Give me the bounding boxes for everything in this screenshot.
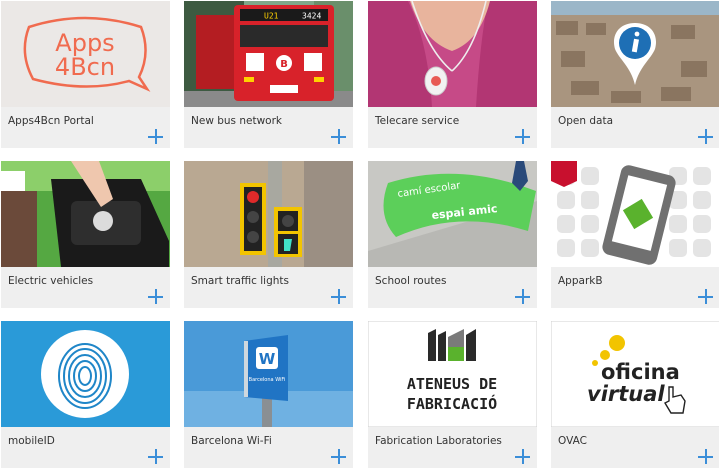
add-plus-icon[interactable] bbox=[331, 449, 346, 464]
tile-telecare-service[interactable]: Telecare service bbox=[368, 1, 537, 148]
tile-label: New bus network bbox=[191, 115, 283, 127]
tile-new-bus-network[interactable]: U21 3424 B New bus network bbox=[184, 1, 353, 148]
phone-parking-icon bbox=[551, 161, 719, 267]
oficina-line1: oficina bbox=[601, 360, 680, 384]
bus-photo: U21 3424 B bbox=[184, 1, 353, 107]
add-plus-icon[interactable] bbox=[148, 449, 163, 464]
school-route-photo: camí escolar espai amic bbox=[368, 161, 537, 267]
svg-text:B: B bbox=[280, 59, 288, 70]
telecare-pendant-photo bbox=[368, 1, 537, 107]
services-grid: Apps 4Bcn Apps4Bcn Portal U21 3424 B New… bbox=[0, 0, 719, 468]
tile-label: Telecare service bbox=[375, 115, 460, 127]
bus-route-display: U21 bbox=[264, 12, 279, 21]
svg-text:W: W bbox=[259, 350, 276, 368]
tile-label: Smart traffic lights bbox=[191, 275, 289, 287]
add-plus-icon[interactable] bbox=[698, 129, 713, 144]
tile-smart-traffic-lights[interactable]: Smart traffic lights bbox=[184, 161, 353, 308]
oficina-virtual-logo: oficina virtual bbox=[551, 321, 719, 427]
add-plus-icon[interactable] bbox=[698, 289, 713, 304]
apps4bcn-logo: Apps 4Bcn bbox=[1, 1, 170, 107]
tile-ovac[interactable]: oficina virtual OVAC bbox=[551, 321, 719, 468]
tile-open-data[interactable]: Open data bbox=[551, 1, 719, 148]
ev-charging-photo bbox=[1, 161, 170, 267]
tile-label: Apps4Bcn Portal bbox=[8, 115, 94, 127]
tile-barcelona-wifi[interactable]: W Barcelona WiFi Barcelona Wi-Fi bbox=[184, 321, 353, 468]
tile-label: Barcelona Wi-Fi bbox=[191, 435, 272, 447]
info-pin-icon bbox=[551, 1, 719, 107]
tile-label: Open data bbox=[558, 115, 614, 127]
tile-apps4bcn-portal[interactable]: Apps 4Bcn Apps4Bcn Portal bbox=[1, 1, 170, 148]
wifi-sign-photo: W Barcelona WiFi bbox=[184, 321, 353, 427]
apps4bcn-line2: 4Bcn bbox=[55, 53, 115, 81]
add-plus-icon[interactable] bbox=[515, 129, 530, 144]
tile-label: Fabrication Laboratories bbox=[375, 435, 502, 447]
wifi-sign-text: Barcelona WiFi bbox=[249, 377, 286, 383]
ateneus-logo: ATENEUS DE FABRICACIÓ bbox=[368, 321, 537, 427]
tile-mobileid[interactable]: mobileID bbox=[1, 321, 170, 468]
bus-number-display: 3424 bbox=[302, 12, 321, 21]
add-plus-icon[interactable] bbox=[148, 129, 163, 144]
tile-label: OVAC bbox=[558, 435, 587, 447]
tile-label: mobileID bbox=[8, 435, 55, 447]
tile-label: School routes bbox=[375, 275, 447, 287]
add-plus-icon[interactable] bbox=[515, 289, 530, 304]
add-plus-icon[interactable] bbox=[698, 449, 713, 464]
traffic-light-photo bbox=[184, 161, 353, 267]
add-plus-icon[interactable] bbox=[331, 289, 346, 304]
tile-apparkb[interactable]: ApparkB bbox=[551, 161, 719, 308]
tile-electric-vehicles[interactable]: Electric vehicles bbox=[1, 161, 170, 308]
fingerprint-icon bbox=[1, 321, 170, 427]
add-plus-icon[interactable] bbox=[515, 449, 530, 464]
oficina-line2: virtual bbox=[587, 382, 665, 406]
ateneus-line1: ATENEUS DE bbox=[407, 375, 497, 393]
add-plus-icon[interactable] bbox=[331, 129, 346, 144]
tile-label: Electric vehicles bbox=[8, 275, 94, 287]
tile-label: ApparkB bbox=[558, 275, 603, 287]
tile-fabrication-laboratories[interactable]: ATENEUS DE FABRICACIÓ Fabrication Labora… bbox=[368, 321, 537, 468]
ateneus-line2: FABRICACIÓ bbox=[407, 394, 497, 413]
add-plus-icon[interactable] bbox=[148, 289, 163, 304]
tile-school-routes[interactable]: camí escolar espai amic School routes bbox=[368, 161, 537, 308]
